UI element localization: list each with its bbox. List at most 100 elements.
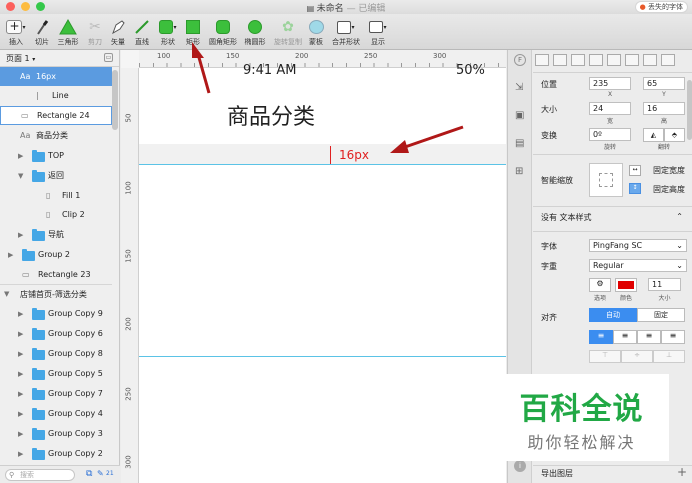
- font-size-field[interactable]: 11: [648, 278, 681, 291]
- layer-row[interactable]: ▭ Rectangle 24: [0, 106, 112, 125]
- layer-search-input[interactable]: ⚲ 搜索: [5, 469, 75, 481]
- layer-row[interactable]: ▼ 店铺首页-筛选分类: [0, 284, 112, 303]
- artboard[interactable]: 9:41 AM 50% 商品分类 16px: [139, 63, 506, 483]
- disclosure-collapsed-icon[interactable]: ▶: [18, 152, 23, 160]
- weight-value: Regular: [593, 261, 624, 270]
- weight-select[interactable]: Regular ⌄: [589, 259, 687, 272]
- disclosure-collapsed-icon[interactable]: ▶: [18, 450, 23, 458]
- text-align-left-icon[interactable]: ≡: [589, 330, 613, 344]
- disclosure-expanded-icon[interactable]: ▼: [4, 290, 9, 298]
- rotate-field[interactable]: 0º: [589, 128, 631, 141]
- divider-line-top[interactable]: [139, 164, 506, 165]
- layer-row[interactable]: ▶ Group Copy 6: [0, 324, 112, 343]
- styles-icon[interactable]: ▤: [515, 138, 524, 149]
- text-options-button[interactable]: ⚙: [589, 278, 611, 292]
- divider-line-bottom[interactable]: [139, 356, 506, 357]
- distribute-vertical-icon[interactable]: [661, 54, 675, 66]
- oval-label: 椭圆形: [244, 38, 266, 46]
- height-field[interactable]: 16: [643, 102, 685, 115]
- layer-row[interactable]: ▼ 返回: [0, 166, 112, 185]
- text-align-right-icon[interactable]: ≡: [637, 330, 661, 344]
- vertical-ruler[interactable]: 50 100 150 200 250 300: [121, 68, 139, 483]
- layer-row[interactable]: Aa 商品分类: [0, 126, 112, 145]
- page-selector[interactable]: 页面 1 ▾ ▭: [0, 50, 119, 67]
- layer-row[interactable]: ▶ Group Copy 7: [0, 384, 112, 403]
- path-layer-icon: ▯: [46, 191, 51, 200]
- add-export-icon[interactable]: +: [677, 465, 687, 479]
- layer-row[interactable]: ▯ Clip 2: [0, 205, 112, 224]
- layer-row[interactable]: ▶ Group Copy 8: [0, 344, 112, 363]
- disclosure-collapsed-icon[interactable]: ▶: [18, 370, 23, 378]
- align-middle-icon[interactable]: [607, 54, 621, 66]
- horizontal-ruler[interactable]: 100 150 200 250 300: [139, 50, 506, 68]
- disclosure-collapsed-icon[interactable]: ▶: [18, 390, 23, 398]
- x-field[interactable]: 235: [589, 77, 631, 90]
- combine-shapes-button[interactable]: ▾ 合并形状: [328, 17, 364, 47]
- fixed-height-icon[interactable]: ↕: [629, 183, 641, 194]
- align-bottom-icon[interactable]: [625, 54, 639, 66]
- fixed-width-icon[interactable]: ↔: [629, 165, 641, 176]
- fixed-width-button[interactable]: 固定: [637, 308, 685, 322]
- layer-row[interactable]: ▯ Fill 1: [0, 186, 112, 205]
- category-heading[interactable]: 商品分类: [227, 99, 315, 131]
- add-page-icon[interactable]: ▭: [104, 53, 113, 62]
- layer-row[interactable]: ▶ Group Copy 2: [0, 444, 112, 463]
- font-select[interactable]: PingFang SC ⌄: [589, 239, 687, 252]
- sidebar-scrollbar[interactable]: [112, 70, 118, 130]
- layer-row[interactable]: ▶ 导航: [0, 225, 112, 244]
- text-align-justify-icon[interactable]: ≡: [661, 330, 685, 344]
- oval-button[interactable]: 椭圆形: [237, 17, 273, 47]
- disclosure-collapsed-icon[interactable]: ▶: [18, 350, 23, 358]
- width-field[interactable]: 24: [589, 102, 631, 115]
- disclosure-expanded-icon[interactable]: ▼: [18, 172, 23, 180]
- selected-rectangle[interactable]: [330, 146, 331, 164]
- layer-row[interactable]: ▶ Group Copy 9: [0, 304, 112, 323]
- valign-top-icon[interactable]: ⊤: [589, 350, 621, 363]
- text-color-well[interactable]: [615, 278, 637, 292]
- distribute-icon[interactable]: [643, 54, 657, 66]
- disclosure-collapsed-icon[interactable]: ▶: [8, 251, 13, 259]
- resizing-widget[interactable]: [589, 163, 623, 197]
- layer-row[interactable]: ▶ TOP: [0, 146, 112, 165]
- layer-row[interactable]: ▶ Group Copy 3: [0, 424, 112, 443]
- layer-row[interactable]: ▶ Group Copy 4: [0, 404, 112, 423]
- help-icon[interactable]: i: [514, 460, 526, 472]
- layer-row[interactable]: ▶ Group 2: [0, 245, 112, 264]
- align-center-icon[interactable]: [553, 54, 567, 66]
- display-button[interactable]: ▾ 显示: [360, 17, 396, 47]
- layer-row[interactable]: ▶ Group Copy 5: [0, 364, 112, 383]
- disclosure-collapsed-icon[interactable]: ▶: [18, 231, 23, 239]
- components-icon[interactable]: ▣: [515, 110, 524, 121]
- align-right-icon[interactable]: [571, 54, 585, 66]
- export-icon[interactable]: ⇲: [515, 82, 523, 93]
- rounded-rectangle-button[interactable]: 圆角矩形: [205, 17, 241, 47]
- disclosure-collapsed-icon[interactable]: ▶: [18, 310, 23, 318]
- disclosure-collapsed-icon[interactable]: ▶: [18, 410, 23, 418]
- layer-row[interactable]: | Line: [0, 86, 112, 105]
- lost-fonts-button[interactable]: ● 丢失的字体: [634, 1, 688, 13]
- layer-name: 商品分类: [36, 131, 68, 140]
- y-field[interactable]: 65: [643, 77, 685, 90]
- align-left-icon[interactable]: [535, 54, 549, 66]
- auto-width-button[interactable]: 自动: [589, 308, 637, 322]
- canvas[interactable]: 100 150 200 250 300 50 100 150 200 250 3…: [121, 50, 506, 483]
- text-style-select[interactable]: 没有 文本样式 ⌃: [541, 212, 687, 226]
- inspector-scrollbar[interactable]: [687, 80, 692, 140]
- info-icon[interactable]: F: [514, 54, 526, 66]
- measure-label: 16px: [339, 148, 369, 162]
- folder-icon: [32, 150, 45, 162]
- align-top-icon[interactable]: [589, 54, 603, 66]
- text-align-center-icon[interactable]: ≡: [613, 330, 637, 344]
- flip-horizontal-button[interactable]: ◭: [643, 128, 664, 142]
- valign-bottom-icon[interactable]: ⊥: [653, 350, 685, 363]
- flip-vertical-button[interactable]: ⬘: [664, 128, 685, 142]
- status-bar-battery: 50%: [456, 63, 485, 78]
- disclosure-collapsed-icon[interactable]: ▶: [18, 430, 23, 438]
- valign-middle-icon[interactable]: ÷: [621, 350, 653, 363]
- disclosure-collapsed-icon[interactable]: ▶: [18, 330, 23, 338]
- grid-icon[interactable]: ⊞: [515, 166, 523, 177]
- layer-row[interactable]: Aa 16px: [0, 67, 112, 86]
- layers-icon[interactable]: ⧉: [86, 469, 92, 479]
- layer-row[interactable]: ▭ Rectangle 23: [0, 265, 112, 284]
- edit-icon[interactable]: ✎: [97, 469, 104, 478]
